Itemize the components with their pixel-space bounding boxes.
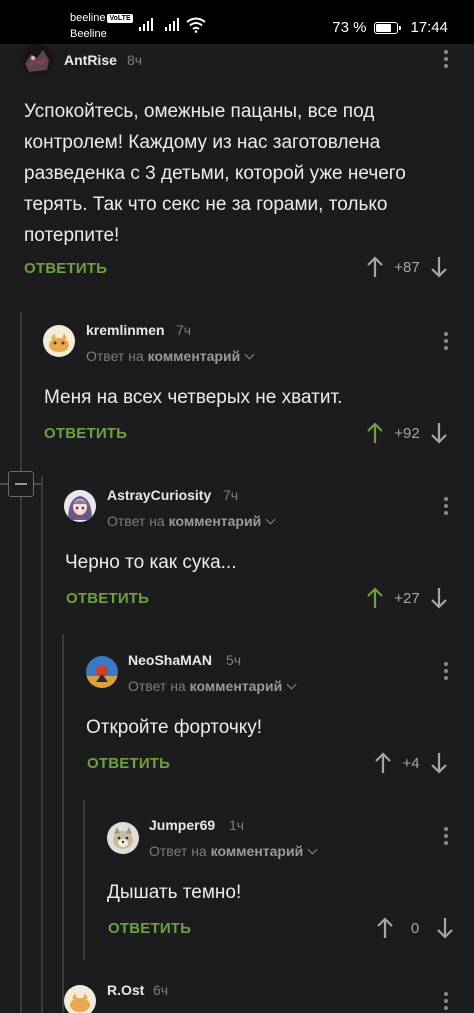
vote-controls: +27: [366, 587, 448, 609]
avatar-image: [43, 325, 75, 357]
reply-to-target[interactable]: комментарий: [211, 843, 304, 859]
score: +87: [394, 258, 420, 276]
comment-username[interactable]: kremlinmen: [86, 322, 165, 338]
vote-controls: +87: [366, 256, 448, 278]
chevron-down-icon[interactable]: [307, 844, 318, 855]
reply-to-target[interactable]: комментарий: [148, 348, 241, 364]
downvote-icon[interactable]: [430, 422, 448, 444]
avatar-image: [21, 44, 53, 76]
reply-to-target[interactable]: комментарий: [190, 678, 283, 694]
comment-text: Черно то как сука...: [65, 552, 237, 573]
comment-username[interactable]: Jumper69: [149, 817, 215, 833]
score: +4: [402, 754, 420, 772]
reply-button[interactable]: ОТВЕТИТЬ: [24, 260, 107, 277]
collapse-connector: [0, 483, 8, 485]
reply-to-prefix: Ответ на: [86, 348, 144, 364]
chevron-down-icon[interactable]: [265, 514, 276, 525]
more-options-icon[interactable]: [444, 497, 450, 518]
downvote-icon[interactable]: [430, 587, 448, 609]
score: +27: [394, 589, 420, 607]
reply-button[interactable]: ОТВЕТИТЬ: [44, 425, 127, 442]
reply-button[interactable]: ОТВЕТИТЬ: [87, 755, 170, 772]
battery-percent: 73 %: [332, 19, 367, 36]
carrier-primary: beeline VoLTE: [70, 12, 133, 24]
score: +92: [394, 424, 420, 442]
signal-icon: [165, 18, 179, 31]
reply-to-prefix: Ответ на: [107, 513, 165, 529]
comment-username[interactable]: AstrayCuriosity: [107, 487, 211, 503]
carrier-secondary: Beeline: [70, 28, 107, 40]
vote-controls: +92: [366, 422, 448, 444]
volte-badge: VoLTE: [107, 14, 133, 23]
more-options-icon[interactable]: [444, 827, 450, 848]
comment-time: 7ч: [223, 487, 239, 503]
comment-time: 6ч: [153, 982, 169, 998]
battery-fill: [376, 23, 391, 32]
reply-button[interactable]: ОТВЕТИТЬ: [66, 590, 149, 607]
avatar[interactable]: [21, 44, 53, 76]
comment-username[interactable]: AntRise: [64, 52, 117, 68]
signal-icon: [139, 18, 153, 31]
more-options-icon[interactable]: [444, 992, 450, 1013]
reply-to-prefix: Ответ на: [149, 843, 207, 859]
thread-line[interactable]: [20, 312, 22, 1013]
thread-line[interactable]: [62, 634, 64, 1013]
avatar[interactable]: [107, 822, 139, 854]
reply-to-link[interactable]: Ответ на комментарий: [86, 348, 255, 364]
clock: 17:44: [410, 19, 448, 36]
upvote-icon[interactable]: [366, 422, 384, 444]
thread-line[interactable]: [83, 800, 85, 960]
upvote-icon[interactable]: [366, 256, 384, 278]
battery-icon: [374, 21, 402, 34]
comment-username[interactable]: NeoShaMAN: [128, 652, 212, 668]
reply-to-target[interactable]: комментарий: [169, 513, 262, 529]
more-options-icon[interactable]: [444, 662, 450, 683]
avatar[interactable]: [86, 656, 118, 688]
comment-time: 5ч: [226, 652, 242, 668]
comment-text: Откройте форточку!: [86, 717, 263, 738]
collapse-thread-button[interactable]: [8, 471, 34, 497]
reply-to-link[interactable]: Ответ на комментарий: [107, 513, 276, 529]
avatar[interactable]: [64, 985, 96, 1013]
vote-controls: +4: [374, 752, 448, 774]
avatar-image: [107, 822, 139, 854]
reply-to-prefix: Ответ на: [128, 678, 186, 694]
avatar-image: [86, 656, 118, 688]
upvote-icon[interactable]: [376, 917, 394, 939]
upvote-icon[interactable]: [374, 752, 392, 774]
comment-time: 7ч: [176, 322, 192, 338]
comment-username[interactable]: R.Ost: [107, 982, 144, 998]
collapse-connector: [34, 483, 42, 485]
chevron-down-icon[interactable]: [244, 349, 255, 360]
vote-controls: 0: [376, 917, 454, 939]
upvote-icon[interactable]: [366, 587, 384, 609]
more-options-icon[interactable]: [444, 50, 450, 71]
comment-text: Меня на всех четверых не хватит.: [44, 387, 343, 408]
chevron-down-icon[interactable]: [286, 679, 297, 690]
avatar-image: [64, 490, 96, 522]
comment-time: 1ч: [229, 817, 245, 833]
comment-time: 8ч: [127, 52, 143, 68]
reply-to-link[interactable]: Ответ на комментарий: [149, 843, 318, 859]
reply-to-link[interactable]: Ответ на комментарий: [128, 678, 297, 694]
thread-line[interactable]: [41, 476, 43, 1013]
comment-text: Успокойтесь, омежные пацаны, все под кон…: [24, 101, 406, 246]
avatar[interactable]: [64, 490, 96, 522]
more-options-icon[interactable]: [444, 332, 450, 353]
wifi-icon: [186, 17, 206, 33]
status-bar: beeline VoLTE Beeline 73 % 17:44: [0, 0, 474, 44]
avatar-image: [64, 985, 96, 1013]
downvote-icon[interactable]: [430, 256, 448, 278]
comment-text: Дышать темно!: [107, 882, 242, 903]
comment-feed[interactable]: AntRise 8ч Успокойтесь, омежные пацаны, …: [0, 44, 474, 1013]
downvote-icon[interactable]: [430, 752, 448, 774]
score: 0: [410, 919, 420, 937]
reply-button[interactable]: ОТВЕТИТЬ: [108, 920, 191, 937]
avatar[interactable]: [43, 325, 75, 357]
downvote-icon[interactable]: [436, 917, 454, 939]
